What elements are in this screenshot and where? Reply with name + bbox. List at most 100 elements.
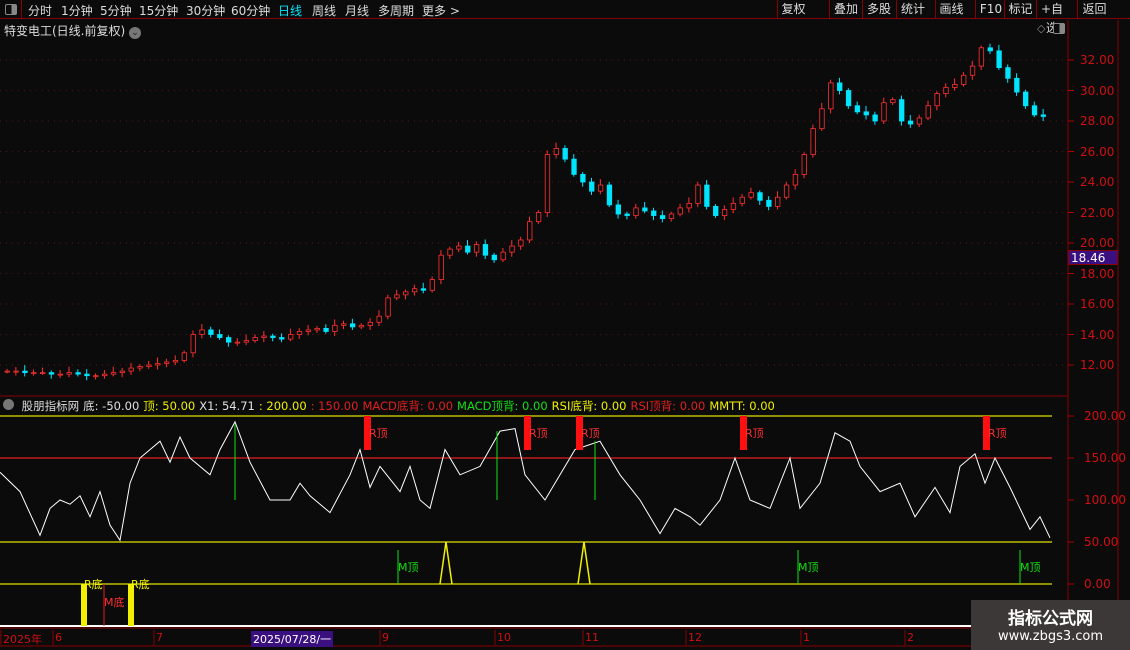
r-bottom-label: R底 (131, 577, 150, 591)
candle-down (615, 204, 621, 215)
indicator-value: 顶: 50.00 (143, 399, 196, 413)
candle-up (190, 334, 196, 354)
candle-up (544, 154, 551, 213)
candle-up (394, 294, 400, 299)
r-top-label: R顶 (581, 427, 600, 440)
m-top-label: M顶 (798, 561, 819, 574)
candle-up (261, 335, 267, 338)
candle-up (535, 212, 542, 223)
candle-down (491, 254, 497, 261)
r-top-label: R顶 (745, 427, 764, 440)
candle-up (952, 84, 958, 88)
time-label: 10 (497, 631, 511, 644)
candle-up (775, 196, 781, 207)
candle-down (323, 327, 329, 332)
indicator-value: MACD顶背: 0.00 (457, 399, 548, 413)
candle-up (553, 148, 559, 155)
chart-canvas[interactable]: R顶 R顶 R顶 R顶 R顶M顶 M顶 M顶R底 R底M底 (0, 0, 1130, 650)
indicator-name[interactable]: 股朋指标网 (22, 399, 80, 413)
candle-up (199, 329, 205, 335)
candle-down (349, 323, 356, 328)
candle-up (792, 173, 799, 186)
candle-down (854, 105, 861, 113)
candle-up (518, 239, 524, 247)
candle-up (13, 370, 19, 373)
time-label: 11 (585, 631, 599, 644)
candle-up (961, 74, 967, 85)
candle-up (730, 202, 737, 210)
candle-up (332, 324, 338, 332)
candle-up (314, 327, 320, 331)
candle-down (482, 244, 489, 256)
candle-down (22, 370, 28, 374)
candle-up (801, 154, 807, 175)
candle-up (119, 370, 126, 374)
candle-up (978, 47, 985, 67)
candle-down (651, 210, 657, 216)
candle-up (146, 364, 152, 367)
candle-up (128, 367, 134, 372)
candle-down (225, 337, 232, 343)
candle-up (686, 202, 692, 209)
indicator-tick-label: 150.00 (1084, 451, 1126, 465)
candle-down (1014, 77, 1020, 93)
candle-up (305, 329, 312, 332)
indicator-value: MACD底背: 0.00 (362, 399, 454, 413)
indicator-collapse-icon[interactable] (3, 399, 14, 410)
candle-up (668, 213, 675, 219)
candle-down (766, 199, 772, 207)
price-tick-label: 32.00 (1080, 53, 1115, 67)
candle-down (217, 334, 223, 338)
candle-down (420, 288, 427, 291)
watermark-logo: 指标公式网 www.zbgs3.com (971, 600, 1130, 650)
candle-up (341, 323, 347, 326)
candle-down (279, 337, 285, 340)
price-tick-label: 18.00 (1080, 266, 1115, 281)
candle-up (509, 245, 515, 253)
price-tick-label: 26.00 (1080, 144, 1115, 159)
candle-down (1040, 114, 1047, 117)
candle-down (1023, 91, 1029, 107)
price-tick-label: 12.00 (1080, 358, 1115, 372)
candle-up (500, 251, 506, 261)
candle-up (234, 341, 241, 344)
candle-up (137, 366, 143, 369)
candle-down (1031, 105, 1038, 116)
time-label: 1 (803, 631, 810, 644)
candle-down (624, 213, 630, 216)
candle-up (40, 372, 46, 375)
candle-up (527, 221, 533, 241)
candle-down (713, 205, 719, 216)
candle-down (987, 47, 993, 52)
candle-up (66, 372, 72, 375)
candle-down (571, 158, 577, 175)
candle-up (943, 87, 949, 94)
candle-up (721, 209, 728, 216)
r-bottom-label: R底 (84, 577, 103, 591)
candle-down (84, 373, 90, 377)
candle-up (916, 117, 923, 125)
price-tick-label: 28.00 (1080, 114, 1115, 128)
r-top-label: R顶 (529, 427, 548, 440)
price-tick-label: 24.00 (1080, 175, 1115, 189)
current-price-tag: 18.46 (1068, 250, 1118, 265)
candle-down (863, 111, 869, 116)
indicator-tick-label: 0.00 (1084, 577, 1111, 591)
candle-down (899, 99, 905, 122)
indicator-value: RSI顶背: 0.00 (630, 399, 706, 413)
price-tick-label: 14.00 (1080, 327, 1115, 342)
time-label: 2025年 (3, 633, 42, 646)
candle-up (783, 184, 790, 198)
candle-up (57, 373, 64, 376)
candle-up (31, 372, 37, 375)
candle-up (172, 360, 179, 363)
candle-up (403, 291, 409, 296)
candle-down (704, 184, 710, 207)
candle-down (872, 114, 878, 122)
candle-up (243, 340, 250, 343)
candle-down (907, 120, 914, 125)
indicator-header: 股朋指标网 底: -50.00 顶: 50.00 X1: 54.71: 200.00:… (0, 398, 783, 413)
candle-up (633, 207, 639, 216)
candle-down (659, 215, 666, 220)
candle-down (75, 372, 81, 375)
